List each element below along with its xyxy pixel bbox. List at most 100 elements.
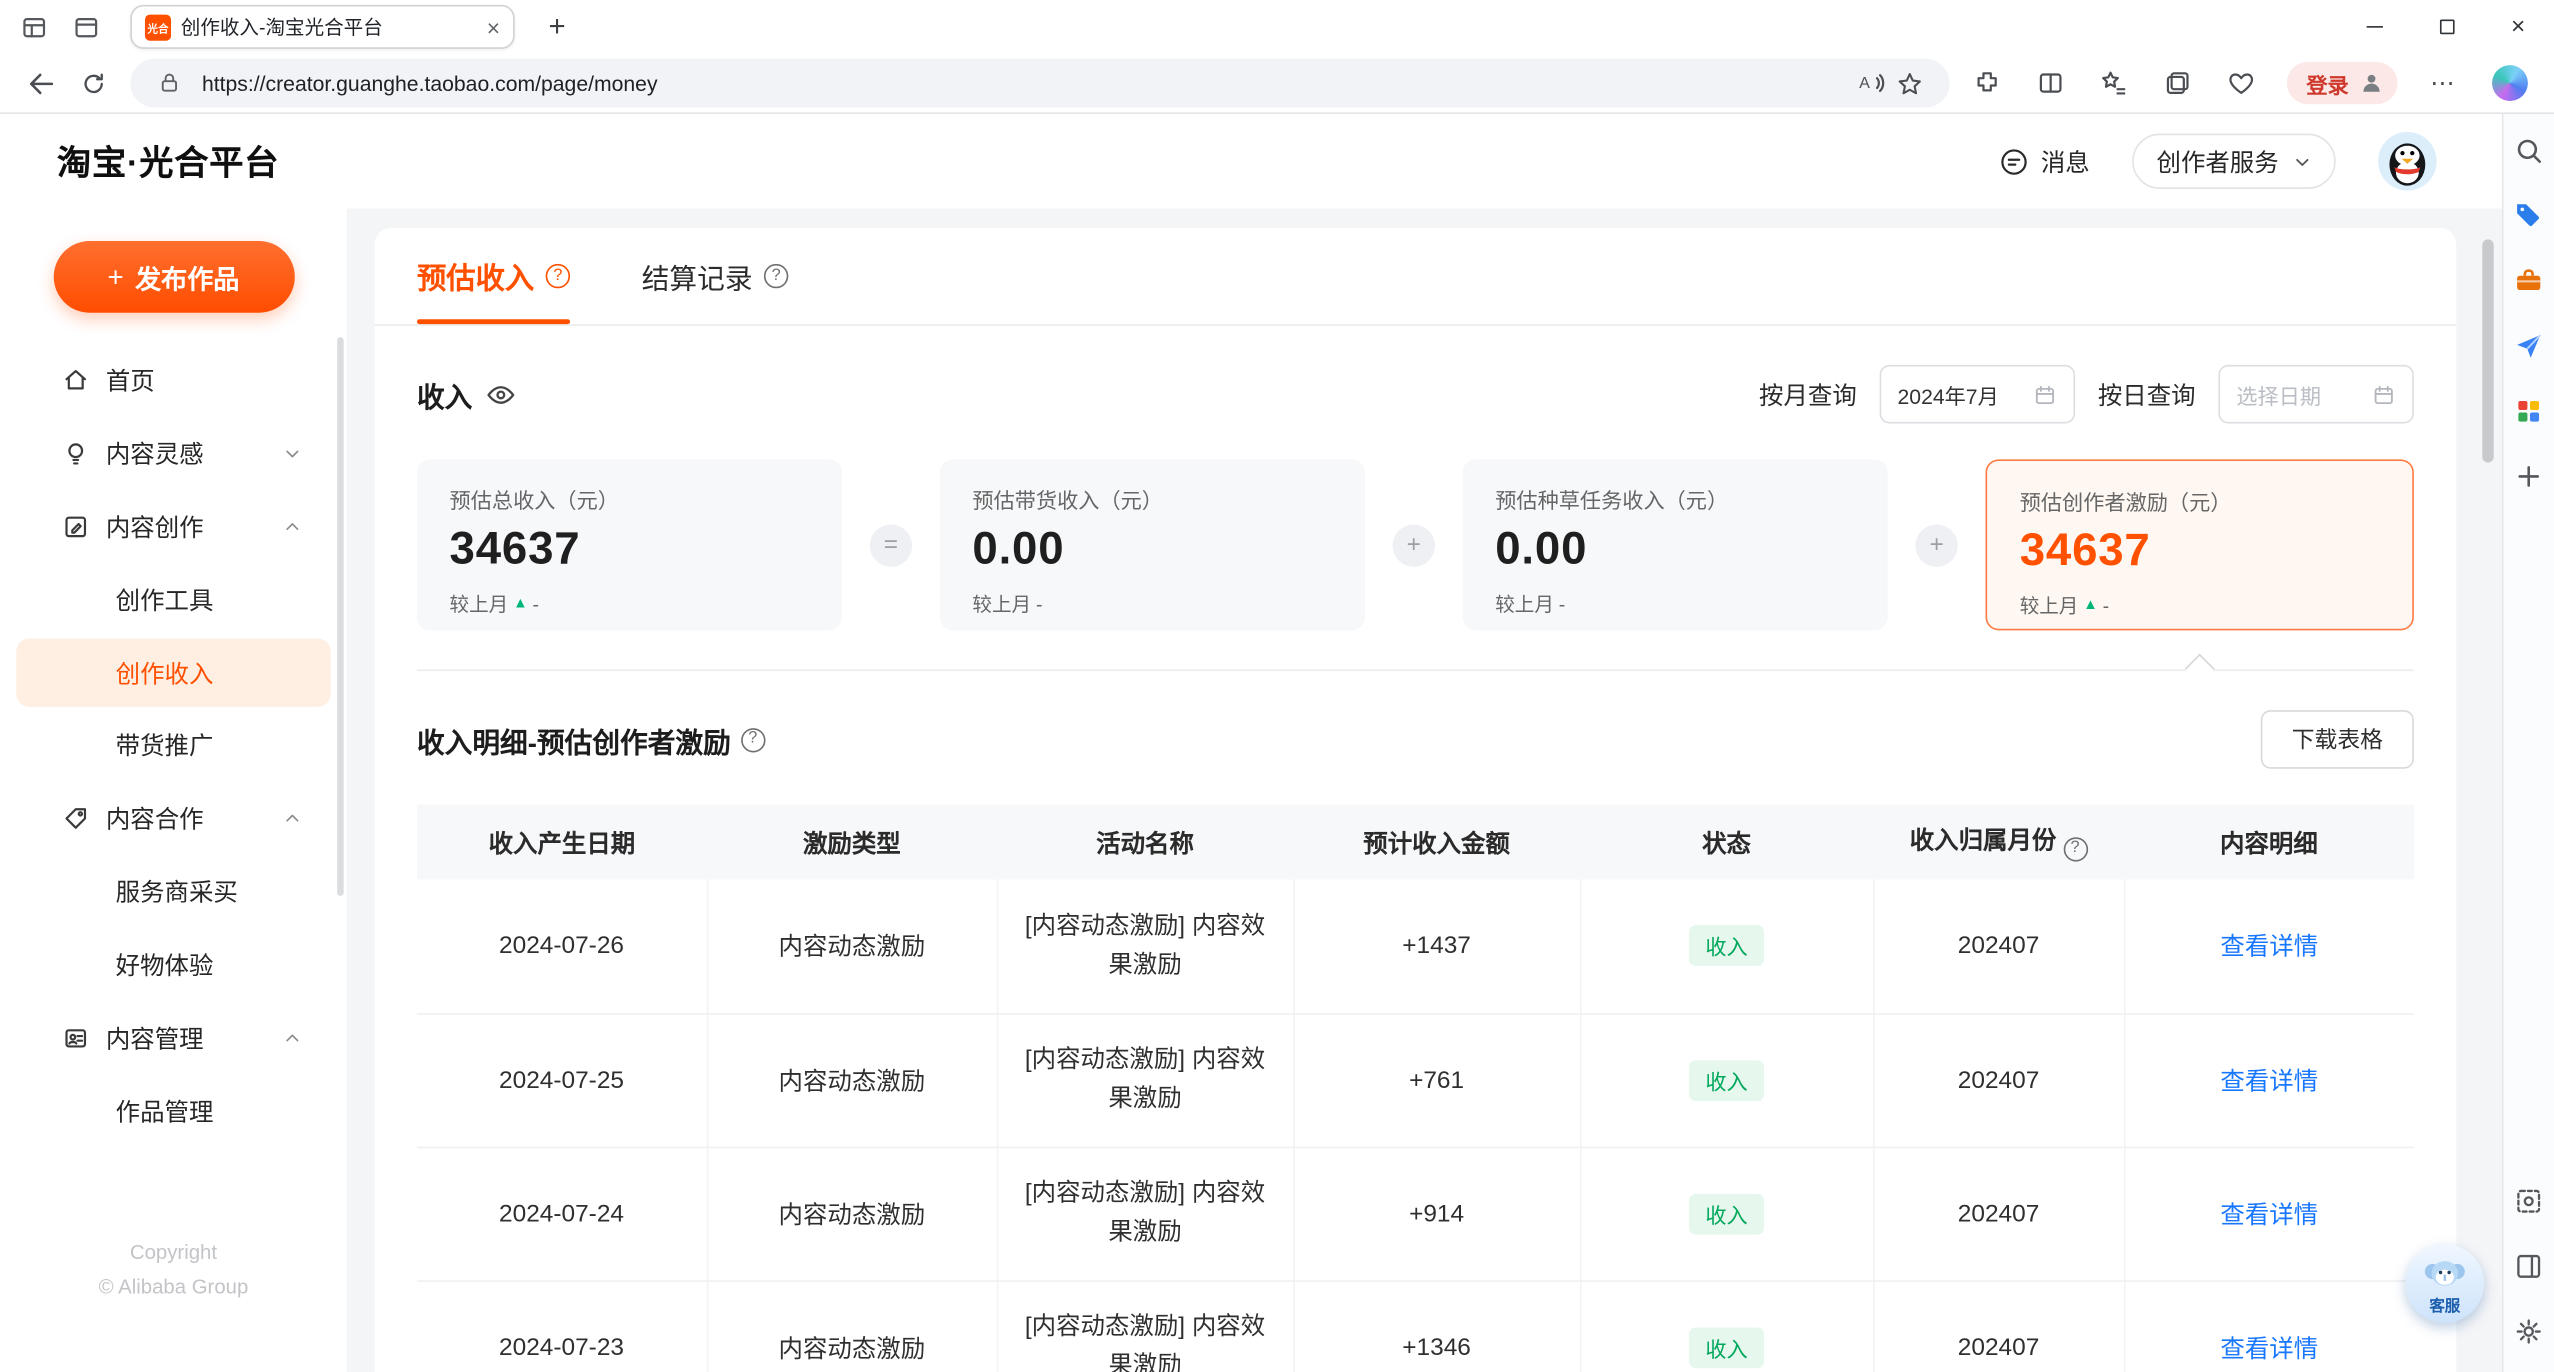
eye-icon[interactable] [485, 379, 516, 410]
sidebar-item-creation-income[interactable]: 创作收入 [16, 638, 331, 707]
screenshot-icon[interactable] [2513, 1186, 2544, 1217]
login-button[interactable]: 登录 [2286, 61, 2398, 105]
sidebar-item-inspiration[interactable]: 内容灵感 [0, 417, 347, 490]
download-table-button[interactable]: 下载表格 [2260, 710, 2414, 769]
cell-amount: +1346 [1293, 1280, 1581, 1372]
tab-list-icon[interactable] [72, 12, 101, 41]
tab-close-icon[interactable]: × [487, 15, 500, 38]
copyright-line2: © Alibaba Group [98, 1275, 249, 1299]
messages-button[interactable]: 消息 [1998, 144, 2090, 178]
split-window-icon[interactable] [2513, 1251, 2544, 1282]
help-icon[interactable]: ? [545, 263, 571, 289]
read-aloud-icon[interactable]: A [1852, 64, 1891, 103]
stat-card-total-income: 预估总收入（元） 34637 较上月 ▲ - [416, 459, 843, 631]
sidebar-item-label: 带货推广 [115, 732, 214, 761]
stat-label: 预估总收入（元） [449, 488, 619, 514]
maximize-button[interactable] [2411, 0, 2483, 54]
browser-essentials-icon[interactable] [2217, 59, 2266, 108]
shopping-icon[interactable] [2513, 200, 2544, 231]
table-row: 2024-07-25 内容动态激励 [内容动态激励] 内容效果激励 +761 收… [416, 1013, 2414, 1148]
delta-value: - [1035, 592, 1043, 615]
sidebar-nav: 首页 内容灵感 内容创作 创作工具 创作收入 带货推广 内容合作 服务商采买 好… [0, 344, 347, 1149]
workspaces-icon[interactable] [20, 12, 49, 41]
sidebar-item-home[interactable]: 首页 [0, 344, 347, 417]
extensions-icon[interactable] [1963, 59, 2012, 108]
publish-work-button[interactable]: + 发布作品 [52, 241, 294, 313]
refresh-icon[interactable] [68, 59, 117, 108]
header-type: 激励类型 [706, 804, 997, 880]
creator-service-dropdown[interactable]: 创作者服务 [2132, 133, 2336, 189]
apps-grid-icon[interactable] [2513, 396, 2544, 427]
collections-icon[interactable] [2153, 59, 2202, 108]
chevron-up-icon [283, 1029, 301, 1047]
stat-label: 预估带货收入（元） [972, 488, 1163, 514]
customer-support-button[interactable]: 客服 [2405, 1244, 2484, 1323]
new-tab-button[interactable]: + [538, 10, 577, 44]
cell-amount: +1437 [1293, 879, 1581, 1014]
browser-tab[interactable]: 光合 创作收入-淘宝光合平台 × [130, 4, 515, 49]
sidebar-item-promotion[interactable]: 带货推广 [0, 709, 347, 782]
search-icon[interactable] [2513, 135, 2544, 166]
help-icon[interactable]: ? [763, 263, 789, 289]
sidebar-item-management[interactable]: 内容管理 [0, 1002, 347, 1075]
address-bar[interactable]: https://creator.guanghe.taobao.com/page/… [130, 58, 1950, 108]
sidebar-scrollbar[interactable] [337, 337, 344, 896]
site-logo[interactable]: 淘宝·光合平台 [57, 137, 279, 186]
stat-value: 34637 [2019, 524, 2151, 575]
sidebar-item-cooperation[interactable]: 内容合作 [0, 782, 347, 855]
left-sidebar: + 发布作品 首页 内容灵感 内容创作 创作工具 创作收入 带货推广 内容合作 … [0, 208, 347, 1372]
user-avatar[interactable] [2378, 131, 2437, 191]
copyright-line1: Copyright [129, 1241, 218, 1264]
sidebar-item-works-management[interactable]: 作品管理 [0, 1075, 347, 1148]
view-detail-link[interactable]: 查看详情 [2220, 1068, 2318, 1096]
status-badge: 收入 [1689, 1059, 1764, 1101]
day-picker[interactable]: 选择日期 [2218, 364, 2414, 424]
cell-status: 收入 [1579, 1280, 1874, 1372]
paper-plane-icon[interactable] [2513, 331, 2544, 362]
back-icon[interactable] [16, 59, 65, 108]
cell-detail: 查看详情 [2123, 1280, 2414, 1372]
close-button[interactable]: × [2482, 0, 2554, 54]
delta-value: - [1558, 592, 1566, 615]
page-scrollbar[interactable] [2482, 239, 2494, 463]
header-date: 收入产生日期 [416, 804, 707, 880]
add-sidebar-item-icon[interactable] [2513, 461, 2544, 492]
help-icon[interactable]: ? [740, 727, 766, 752]
delta-value: - [2102, 593, 2110, 617]
stat-card-creator-incentive[interactable]: 预估创作者激励（元） 34637 较上月 ▲ - [1985, 459, 2414, 631]
minimize-button[interactable] [2339, 0, 2411, 54]
equals-operator: = [869, 523, 913, 567]
webpage: 淘宝·光合平台 消息 创作者服务 + 发布作品 首页 内容灵感 内容创作 创作工… [0, 114, 2502, 1372]
view-detail-link[interactable]: 查看详情 [2220, 1201, 2318, 1229]
url-text[interactable]: https://creator.guanghe.taobao.com/page/… [202, 71, 1852, 95]
settings-more-icon[interactable]: ⋯ [2419, 59, 2468, 108]
cell-status: 收入 [1579, 1146, 1874, 1282]
sidebar-item-creation[interactable]: 内容创作 [0, 490, 347, 563]
view-detail-link[interactable]: 查看详情 [2220, 1335, 2318, 1363]
site-security-icon[interactable] [150, 64, 189, 103]
tab-estimated-income[interactable]: 预估收入 ? [416, 228, 571, 325]
header-activity: 活动名称 [996, 804, 1294, 880]
split-screen-icon[interactable] [2026, 59, 2075, 108]
stat-cards-row: 预估总收入（元） 34637 较上月 ▲ - = 预估带货收入（元） 0.00 较上… [416, 459, 2414, 631]
cell-type: 内容动态激励 [706, 1013, 998, 1148]
sidebar-item-creation-tools[interactable]: 创作工具 [0, 564, 347, 637]
copilot-icon[interactable] [2492, 65, 2528, 101]
month-picker[interactable]: 2024年7月 [1879, 364, 2076, 424]
sidebar-item-label: 作品管理 [115, 1099, 214, 1128]
status-badge: 收入 [1689, 1193, 1764, 1234]
settings-icon[interactable] [2513, 1316, 2544, 1347]
cell-detail: 查看详情 [2123, 1013, 2414, 1148]
header-right: 消息 创作者服务 [1998, 131, 2437, 191]
support-mascot-icon [2424, 1260, 2465, 1285]
help-icon[interactable]: ? [2062, 836, 2088, 862]
favorite-star-icon[interactable] [1891, 64, 1930, 103]
favorites-icon[interactable] [2090, 59, 2139, 108]
chevron-down-icon [2296, 158, 2309, 166]
sidebar-item-label: 内容合作 [105, 806, 204, 834]
sidebar-item-service-purchase[interactable]: 服务商采买 [0, 855, 347, 928]
sidebar-item-product-trial[interactable]: 好物体验 [0, 928, 347, 1001]
tab-settlement-record[interactable]: 结算记录 ? [642, 228, 789, 324]
view-detail-link[interactable]: 查看详情 [2220, 934, 2318, 962]
tools-icon[interactable] [2513, 265, 2544, 296]
